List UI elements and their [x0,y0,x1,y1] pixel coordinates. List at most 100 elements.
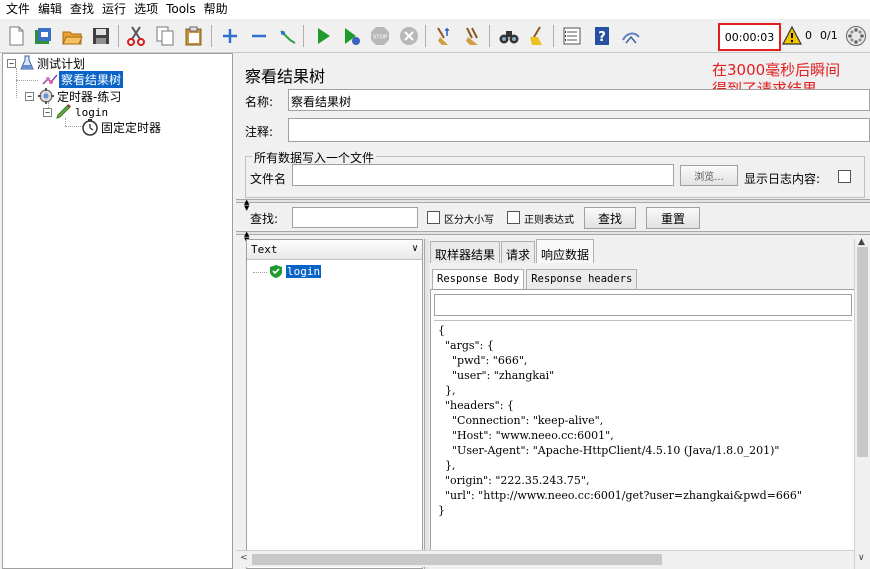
regex-label: 正则表达式 [524,215,574,226]
case-sensitive-label: 区分大小写 [444,215,494,226]
splitter[interactable] [236,231,870,235]
reset-button[interactable]: 重置 [646,207,700,229]
find-button[interactable]: 查找 [584,207,636,229]
vertical-scrollbar[interactable]: ▲ ∨ [854,237,870,569]
scroll-left-icon[interactable]: < [240,553,248,563]
splitter-arrows-icon[interactable]: ▲▼ [244,199,249,212]
search-label: 查找: [250,212,279,226]
name-field[interactable]: 察看结果树 [288,89,870,111]
log-errors-checkbox[interactable] [838,170,851,183]
menu-search[interactable]: 查找 [66,0,98,19]
response-subtabs: Response Body Response headers [432,269,639,289]
tree-label: 测试计划 [37,56,86,71]
results-tree-icon [42,74,58,85]
filename-label: 文件名 [250,172,287,186]
tab-response-headers[interactable]: Response headers [526,269,638,289]
function-helper-icon[interactable] [560,24,584,48]
tab-response-data[interactable]: 响应数据 [536,239,595,263]
tree-node-fixed-timer[interactable]: 固定定时器 [81,119,163,136]
globe-icon[interactable] [845,25,867,50]
search-icon[interactable] [497,24,521,48]
collapse-toggle[interactable]: − [43,107,52,117]
stop-icon[interactable]: STOP [368,24,392,48]
tree-node-timer-group[interactable]: − 定时器-练习 [25,88,123,104]
search-field[interactable] [292,207,418,228]
svg-text:?: ? [598,30,606,45]
tab-sampler-result[interactable]: 取样器结果 [430,241,501,263]
scroll-up-icon[interactable]: ▲ [858,237,865,247]
tab-request[interactable]: 请求 [501,241,536,263]
tree-label: 固定定时器 [101,120,162,135]
regex-checkbox[interactable] [507,211,520,224]
remote-icon[interactable] [619,24,643,48]
start-no-pause-icon[interactable] [339,24,363,48]
menu-options[interactable]: 选项 [130,0,162,19]
scroll-down-icon[interactable]: ∨ [858,553,865,563]
shutdown-icon[interactable] [397,24,421,48]
save-icon[interactable] [89,24,113,48]
view-results-panel: 察看结果树 在3000毫秒后瞬间 得到了请求结果 名称: 察看结果树 注释: 所… [236,53,870,569]
response-search-field[interactable] [434,294,852,316]
result-list: Text ∨ login [246,239,423,569]
menu-run[interactable]: 运行 [98,0,130,19]
tree-label: login [75,105,109,119]
tree-label: 定时器-练习 [57,89,122,104]
test-plan-tree: − 测试计划 察看结果树 − 定时器-练习 − login 固定定时器 [2,53,233,569]
menu-edit[interactable]: 编辑 [34,0,66,19]
collapse-toggle[interactable]: − [25,91,34,101]
sampler-pen-icon [56,104,71,119]
svg-text:STOP: STOP [373,35,388,41]
menu-file[interactable]: 文件 [2,0,34,19]
result-item-label: login [286,265,322,278]
help-icon[interactable]: ? [590,24,614,48]
error-count: 0 [805,29,812,42]
thread-count: 0/1 [820,29,838,42]
new-icon[interactable] [4,24,28,48]
splitter[interactable] [236,199,870,203]
result-item-login[interactable]: login [269,264,322,279]
stopwatch-icon [82,119,98,136]
tree-label: 察看结果树 [59,70,124,88]
scroll-thumb[interactable] [857,247,868,457]
start-icon[interactable] [311,24,335,48]
renderer-select[interactable]: Text ∨ [247,240,422,260]
scroll-thumb[interactable] [252,554,662,565]
chevron-down-icon: ∨ [411,243,418,254]
response-pane: { "args": { "pwd": "666", "user": "zhang… [430,289,856,551]
gear-icon [38,88,54,104]
clear-all-icon[interactable] [461,24,485,48]
copy-icon[interactable] [153,24,177,48]
comment-field[interactable] [288,118,870,142]
collapse-toggle[interactable]: − [7,58,16,68]
filename-field[interactable] [292,164,674,186]
horizontal-scrollbar[interactable]: < [236,550,854,567]
reset-search-icon[interactable] [525,24,549,48]
response-body-text[interactable]: { "args": { "pwd": "666", "user": "zhang… [434,320,852,550]
flask-icon [20,55,34,70]
expand-icon[interactable] [218,24,242,48]
collapse-icon[interactable] [247,24,271,48]
vertical-splitter[interactable] [424,239,429,569]
paste-icon[interactable] [182,24,206,48]
tab-response-body[interactable]: Response Body [432,269,525,289]
tree-node-view-results[interactable]: 察看结果树 [41,70,124,88]
menu-bar: 文件 编辑 查找 运行 选项 Tools 帮助 [0,0,870,19]
open-icon[interactable] [60,24,84,48]
toggle-icon[interactable] [276,24,300,48]
elapsed-timer: 00:00:03 [718,23,781,51]
cut-icon[interactable] [124,24,148,48]
log-content-label: 显示日志内容: [744,172,821,186]
templates-icon[interactable] [31,24,55,48]
clear-icon[interactable] [431,24,455,48]
warning-icon[interactable] [782,25,802,49]
menu-help[interactable]: 帮助 [200,0,232,19]
tree-node-test-plan[interactable]: − 测试计划 [7,55,87,71]
annotation-line: 在3000毫秒后瞬间 [712,61,841,79]
renderer-value: Text [251,243,278,256]
menu-tools[interactable]: Tools [162,0,200,19]
name-label: 名称: [245,95,274,109]
comment-label: 注释: [245,125,274,139]
panel-title: 察看结果树 [245,67,326,86]
case-sensitive-checkbox[interactable] [427,211,440,224]
browse-button[interactable]: 浏览... [680,165,738,186]
